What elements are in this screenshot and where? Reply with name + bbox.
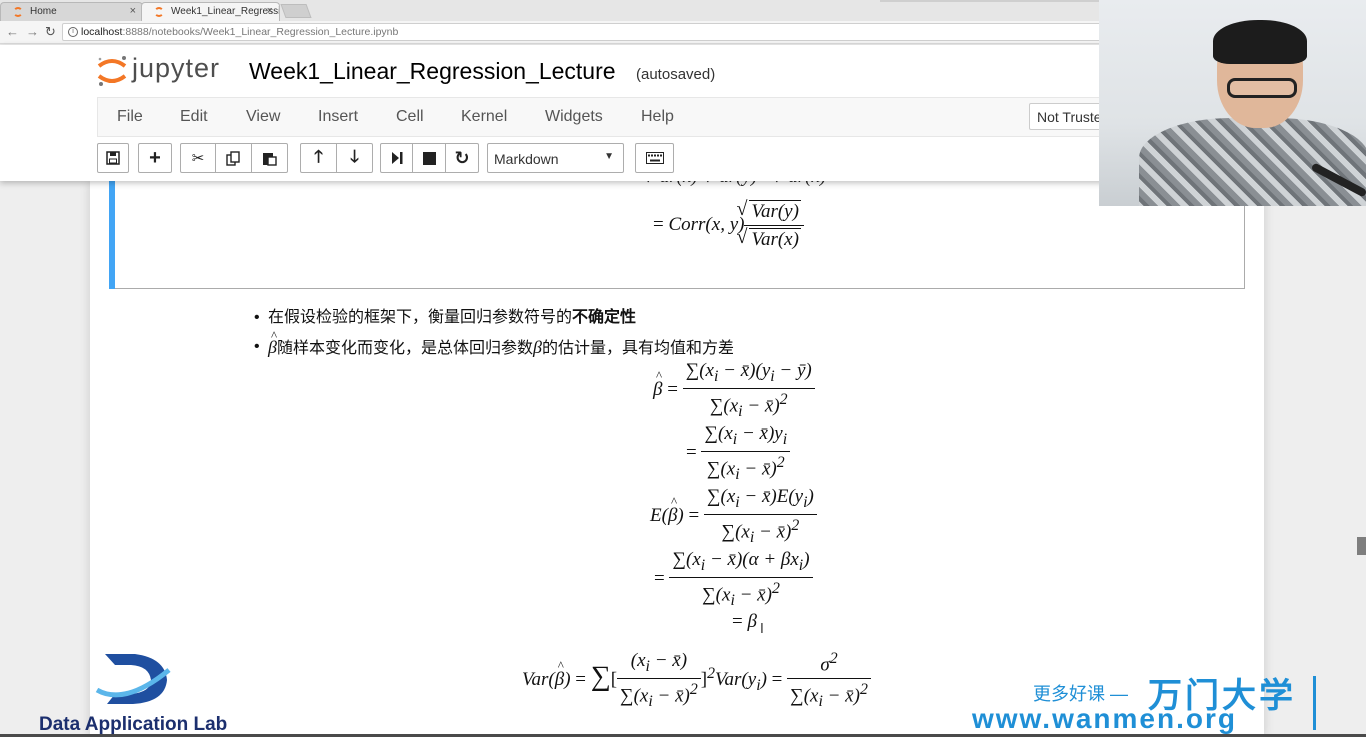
stop-icon bbox=[422, 151, 436, 165]
restart-icon: ↻ bbox=[454, 147, 470, 168]
save-status: (autosaved) bbox=[636, 66, 716, 83]
cut-icon: ✂ bbox=[191, 150, 205, 167]
menu-kernel[interactable]: Kernel bbox=[461, 108, 507, 126]
arrow-up-icon: 🡑 bbox=[314, 146, 323, 166]
arrow-down-icon: 🡓 bbox=[350, 146, 359, 166]
new-tab-button[interactable] bbox=[280, 4, 312, 18]
presenter-hair bbox=[1213, 20, 1307, 64]
equation-beta-hat-simplified: = ∑(xi − x̄)yi ∑(xi − x̄)2 bbox=[686, 423, 791, 484]
menu-widgets[interactable]: Widgets bbox=[545, 108, 603, 126]
info-icon[interactable]: i bbox=[68, 27, 78, 37]
command-palette-button[interactable] bbox=[635, 143, 674, 173]
bullet-text: 在假设检验的框架下，衡量回归参数符号的 bbox=[268, 309, 573, 326]
url-path: :8888/notebooks/Week1_Linear_Regression_… bbox=[122, 26, 399, 38]
copy-icon bbox=[226, 150, 240, 166]
presenter-glasses bbox=[1227, 78, 1297, 98]
interrupt-button[interactable] bbox=[412, 143, 446, 173]
cut-button[interactable]: ✂ bbox=[180, 143, 216, 173]
back-icon[interactable]: ← bbox=[6, 24, 19, 39]
chevron-down-icon: ▼ bbox=[604, 151, 614, 162]
move-down-button[interactable]: 🡓 bbox=[336, 143, 373, 173]
run-button[interactable] bbox=[380, 143, 413, 173]
reload-icon[interactable]: ↻ bbox=[45, 24, 56, 40]
beta-hat-symbol: β bbox=[268, 324, 277, 359]
jupyter-favicon-icon bbox=[13, 7, 23, 17]
equation-expectation-expanded: = ∑(xi − x̄)(α + βxi) ∑(xi − x̄)2 bbox=[654, 549, 813, 610]
notebook-title[interactable]: Week1_Linear_Regression_Lecture bbox=[249, 58, 616, 85]
webcam-overlay bbox=[1099, 0, 1366, 206]
jupyter-favicon-icon bbox=[154, 7, 164, 17]
jupyter-logo-text: jupyter bbox=[132, 53, 221, 83]
wanmen-divider bbox=[1313, 676, 1316, 730]
save-button[interactable] bbox=[97, 143, 129, 173]
tab-home[interactable]: Home × bbox=[0, 2, 143, 21]
url-host: localhost bbox=[81, 26, 123, 38]
cell-selection-bar bbox=[109, 181, 115, 289]
menu-help[interactable]: Help bbox=[641, 108, 674, 126]
equation-beta-hat: β = ∑(xi − x̄)(yi − ȳ)∑(xi − x̄)2 bbox=[653, 360, 815, 421]
menu-cell[interactable]: Cell bbox=[396, 108, 424, 126]
bullet-bold-text: 不确定性 bbox=[572, 309, 637, 326]
bullet-item: 在假设检验的框架下，衡量回归参数符号的不确定性 bbox=[254, 306, 734, 335]
scrollbar-thumb[interactable] bbox=[1357, 537, 1366, 555]
forward-icon[interactable]: → bbox=[26, 24, 39, 39]
run-icon bbox=[391, 152, 402, 164]
equation-unbiased: = β bbox=[732, 611, 757, 632]
cell-type-select[interactable]: Markdown ▼ bbox=[487, 143, 624, 173]
copy-button[interactable] bbox=[215, 143, 252, 173]
bullet-text-suffix: 的估计量，具有均值和方差 bbox=[541, 340, 734, 357]
text-cursor-icon: I bbox=[760, 622, 764, 637]
tab-label: Week1_Linear_Regressi bbox=[171, 6, 280, 17]
insert-cell-button[interactable]: + bbox=[138, 143, 172, 173]
presenter-body bbox=[1139, 118, 1366, 206]
paste-icon bbox=[263, 152, 277, 166]
bullet-text: 随样本变化而变化，是总体回归参数 bbox=[276, 340, 533, 357]
menu-edit[interactable]: Edit bbox=[180, 108, 208, 126]
jupyter-logo-icon[interactable] bbox=[95, 54, 129, 88]
restart-button[interactable]: ↻ bbox=[445, 143, 479, 173]
formula-corr-line: = Corr(x, y)Var(y)Var(x) bbox=[653, 198, 804, 251]
paste-button[interactable] bbox=[251, 143, 288, 173]
save-icon bbox=[106, 151, 120, 165]
move-up-button[interactable]: 🡑 bbox=[300, 143, 337, 173]
plus-icon: + bbox=[149, 146, 161, 169]
menu-file[interactable]: File bbox=[117, 108, 143, 126]
wanmen-url: www.wanmen.org bbox=[972, 703, 1237, 734]
bullet-list: 在假设检验的框架下，衡量回归参数符号的不确定性 β随样本变化而变化，是总体回归参… bbox=[254, 306, 734, 364]
equation-expectation: E(β) = ∑(xi − x̄)E(yi)∑(xi − x̄)2 bbox=[650, 486, 817, 547]
not-trusted-button[interactable]: Not Truste bbox=[1029, 103, 1109, 130]
menu-view[interactable]: View bbox=[246, 108, 280, 126]
close-tab-icon[interactable]: × bbox=[130, 5, 136, 17]
cell-type-value: Markdown bbox=[494, 151, 559, 167]
tab-notebook[interactable]: Week1_Linear_Regressi × bbox=[141, 2, 280, 21]
equation-variance: Var(β) = ∑[(xi − x̄)∑(xi − x̄)2]2Var(yi)… bbox=[522, 650, 871, 711]
tab-label: Home bbox=[30, 6, 57, 17]
beta-symbol: β bbox=[532, 337, 542, 357]
menu-insert[interactable]: Insert bbox=[318, 108, 358, 126]
keyboard-icon bbox=[645, 152, 664, 164]
dal-logo-icon bbox=[95, 654, 171, 704]
close-tab-icon[interactable]: × bbox=[267, 5, 273, 17]
url-field[interactable]: i localhost:8888/notebooks/Week1_Linear_… bbox=[62, 23, 1102, 41]
dal-brand-text: Data Application Lab bbox=[39, 714, 228, 735]
